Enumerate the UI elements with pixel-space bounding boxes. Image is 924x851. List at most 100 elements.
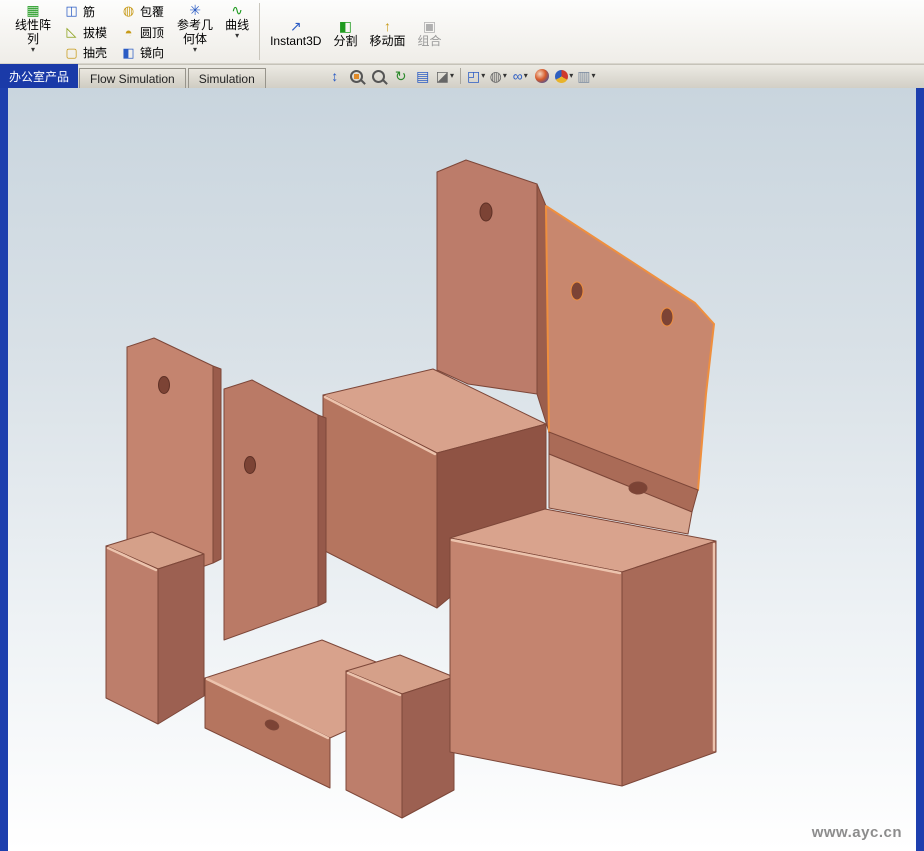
part-hole — [480, 203, 492, 221]
reference-geometry-button[interactable]: ✳ 参考几 何体 ▾ — [172, 0, 218, 63]
edit-appearance-button[interactable]: ▾ — [554, 66, 574, 86]
part-left-plate-rear-face[interactable] — [224, 380, 318, 640]
rib-button[interactable]: ◫ 筋 — [58, 1, 113, 22]
part-notch — [629, 482, 647, 494]
part-front-box-side-face[interactable] — [402, 677, 454, 818]
command-tab-row: 办公室产品 Flow Simulation Simulation ↕ ↻ ▤ ◪… — [0, 64, 924, 88]
shell-icon: ▢ — [64, 45, 79, 61]
left-window-border — [0, 88, 8, 851]
curves-label: 曲线 — [225, 18, 249, 32]
rotate-view-icon: ↻ — [395, 69, 407, 83]
tab-flow-simulation-label: Flow Simulation — [90, 72, 175, 86]
zoom-in-out-icon — [372, 70, 385, 83]
move-face-label: 移动面 — [369, 34, 405, 48]
part-hole-selected — [571, 282, 583, 300]
linear-pattern-label-1: 线性阵 — [15, 18, 51, 32]
linear-pattern-label-2: 列 — [27, 32, 39, 46]
rib-label: 筋 — [83, 3, 95, 20]
apply-scene-button[interactable]: ▥ ▾ — [576, 66, 596, 86]
mirror-icon: ◧ — [121, 45, 136, 61]
split-label: 分割 — [333, 34, 357, 48]
previous-view-icon: ▤ — [416, 69, 429, 83]
wrap-button[interactable]: ◍ 包覆 — [115, 1, 170, 22]
view-orientation-button[interactable]: ◰ ▾ — [466, 66, 486, 86]
split-icon: ◧ — [339, 18, 352, 34]
combine-icon: ▣ — [423, 18, 436, 34]
toolbar-stack-2: ◍ 包覆 ◓ 圆顶 ◧ 镜向 — [115, 0, 170, 63]
tab-simulation[interactable]: Simulation — [188, 68, 266, 88]
features-toolbar: ▦ 线性阵 列 ▾ ◫ 筋 ◺ 拔模 ▢ 抽壳 ◍ 包覆 ◓ 圆顶 ◧ 镜向 — [0, 0, 924, 64]
part-hole — [245, 457, 256, 474]
draft-button[interactable]: ◺ 拔模 — [58, 22, 113, 43]
chevron-down-icon: ▾ — [569, 72, 573, 80]
wrap-icon: ◍ — [121, 3, 136, 19]
glasses-icon: ∞ — [513, 69, 523, 83]
graphics-viewport[interactable]: www.ayc.cn — [8, 88, 916, 851]
part-hole — [159, 377, 170, 394]
combine-button: ▣ 组合 — [412, 0, 446, 63]
combine-label: 组合 — [417, 34, 441, 48]
zoom-area-button[interactable] — [347, 66, 367, 86]
appearances-ball-icon — [555, 70, 568, 83]
tab-simulation-label: Simulation — [199, 72, 255, 86]
view-orientation-cube-icon: ◰ — [467, 69, 480, 83]
hide-show-items-button[interactable]: ∞ ▾ — [510, 66, 530, 86]
instant3d-label: Instant3D — [270, 34, 321, 48]
draft-label: 拔模 — [83, 24, 107, 41]
tab-office-products[interactable]: 办公室产品 — [0, 64, 78, 88]
chevron-down-icon: ▾ — [503, 72, 507, 80]
chevron-down-icon: ▾ — [524, 72, 528, 80]
part-left-plate-front-edge[interactable] — [213, 366, 221, 563]
reference-geometry-label-2: 何体 — [183, 32, 207, 46]
realview-sphere-icon — [535, 69, 549, 83]
view-toolbar-separator — [460, 68, 461, 84]
watermark-text: www.ayc.cn — [812, 824, 902, 841]
toolbar-stack-1: ◫ 筋 ◺ 拔模 ▢ 抽壳 — [58, 0, 113, 63]
reference-geometry-label-1: 参考几 — [177, 18, 213, 32]
chevron-down-icon: ▾ — [31, 46, 35, 54]
split-button[interactable]: ◧ 分割 — [328, 0, 362, 63]
chevron-down-icon: ▾ — [481, 72, 485, 80]
mirror-button[interactable]: ◧ 镜向 — [115, 42, 170, 63]
draft-icon: ◺ — [64, 24, 79, 40]
mirror-label: 镜向 — [140, 44, 164, 61]
rib-icon: ◫ — [64, 3, 79, 19]
chevron-down-icon: ▾ — [592, 72, 596, 80]
display-style-button[interactable]: ◍ ▾ — [488, 66, 508, 86]
right-window-border — [916, 88, 924, 851]
part-left-box-front-face[interactable] — [106, 546, 158, 724]
scene-icon: ▥ — [577, 69, 590, 83]
realview-button[interactable] — [532, 66, 552, 86]
sheet-metal-part-model[interactable] — [8, 88, 916, 851]
section-view-button[interactable]: ◪ ▾ — [435, 66, 455, 86]
tab-flow-simulation[interactable]: Flow Simulation — [79, 68, 186, 88]
previous-view-button[interactable]: ▤ — [413, 66, 433, 86]
chevron-down-icon: ▾ — [450, 72, 454, 80]
shell-button[interactable]: ▢ 抽壳 — [58, 42, 113, 63]
part-right-box-front-face[interactable] — [450, 538, 622, 786]
curves-icon: ∿ — [231, 2, 243, 18]
linear-pattern-button[interactable]: ▦ 线性阵 列 ▾ — [10, 0, 56, 63]
wrap-label: 包覆 — [140, 3, 164, 20]
part-back-wall-face[interactable] — [437, 160, 537, 394]
zoom-fit-icon: ↕ — [331, 69, 338, 83]
zoom-area-icon — [350, 70, 363, 83]
linear-pattern-icon: ▦ — [26, 2, 39, 18]
dome-icon: ◓ — [121, 25, 136, 40]
zoom-in-out-button[interactable] — [369, 66, 389, 86]
part-left-box-side-face[interactable] — [158, 554, 204, 724]
reference-geometry-icon: ✳ — [189, 2, 201, 18]
move-face-button[interactable]: ↑ 移动面 — [364, 0, 410, 63]
display-style-icon: ◍ — [490, 69, 502, 83]
instant3d-icon: ↗ — [290, 18, 302, 34]
instant3d-button[interactable]: ↗ Instant3D — [265, 0, 326, 63]
zoom-fit-button[interactable]: ↕ — [325, 66, 345, 86]
part-left-plate-rear-edge[interactable] — [318, 415, 326, 606]
rotate-view-button[interactable]: ↻ — [391, 66, 411, 86]
dome-button[interactable]: ◓ 圆顶 — [115, 22, 170, 43]
curves-button[interactable]: ∿ 曲线 ▾ — [220, 0, 254, 63]
section-view-icon: ◪ — [436, 69, 449, 83]
part-hole-selected — [661, 308, 673, 326]
dome-label: 圆顶 — [140, 24, 164, 41]
part-right-box-side-face[interactable] — [622, 541, 716, 786]
